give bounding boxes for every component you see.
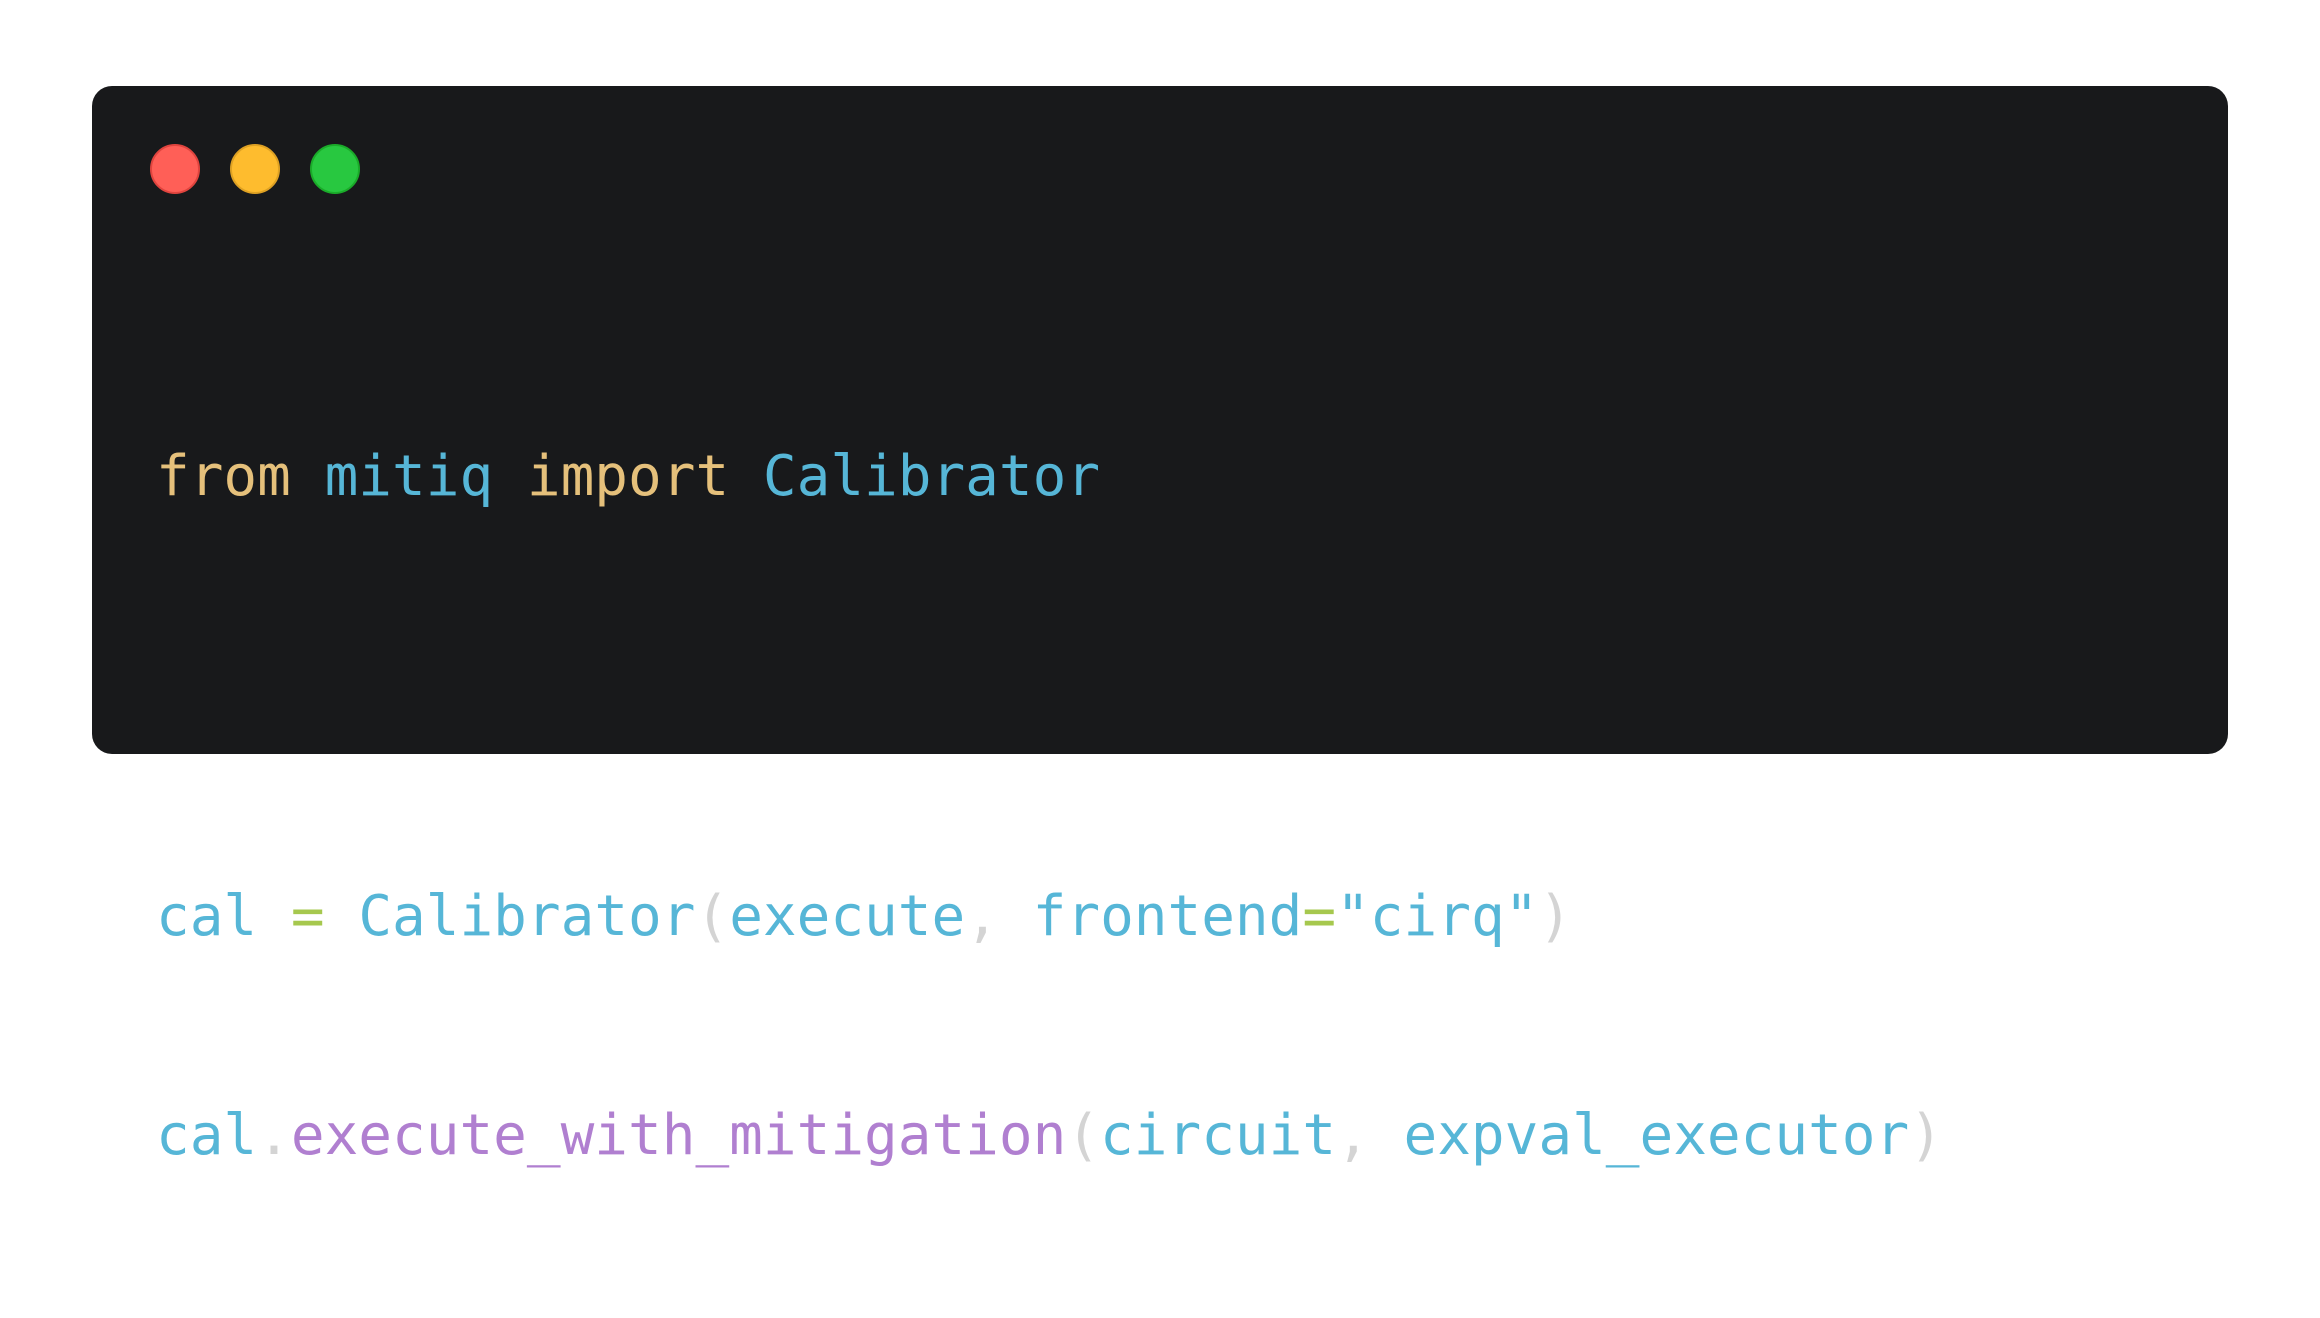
dot-operator: . [257,1103,291,1168]
code-line-3: cal = Calibrator(execute, frontend="cirq… [156,880,1943,953]
module-name: mitiq [324,444,494,509]
assign-operator: = [290,884,325,949]
open-paren: ( [1066,1103,1101,1168]
variable-cal: cal [156,884,258,949]
maximize-dot-icon[interactable] [310,144,360,194]
imported-class: Calibrator [762,444,1101,509]
minimize-dot-icon[interactable] [230,144,280,194]
class-call: Calibrator [358,884,696,949]
window-controls [150,144,360,194]
arg-expval-executor: expval_executor [1403,1103,1910,1168]
kwarg-frontend: frontend [1032,884,1303,949]
string-cirq: "cirq" [1336,884,1539,949]
open-paren: ( [695,884,730,949]
arg-circuit: circuit [1100,1103,1337,1168]
close-paren: ) [1909,1103,1943,1168]
comma: , [965,884,999,949]
close-paren: ) [1538,884,1573,949]
keyword-from: from [156,444,291,509]
code-line-4: cal.execute_with_mitigation(circuit, exp… [156,1099,1943,1172]
method-name: execute_with_mitigation [290,1103,1067,1168]
code-line-1: from mitiq import Calibrator [156,440,1943,513]
close-dot-icon[interactable] [150,144,200,194]
comma: , [1336,1103,1370,1168]
keyword-import: import [526,444,730,509]
arg-execute: execute [729,884,966,949]
kwarg-equals: = [1302,884,1337,949]
variable-cal: cal [156,1103,258,1168]
code-block: from mitiq import Calibrator cal = Calib… [156,294,1943,1318]
code-window: from mitiq import Calibrator cal = Calib… [92,86,2228,1168]
